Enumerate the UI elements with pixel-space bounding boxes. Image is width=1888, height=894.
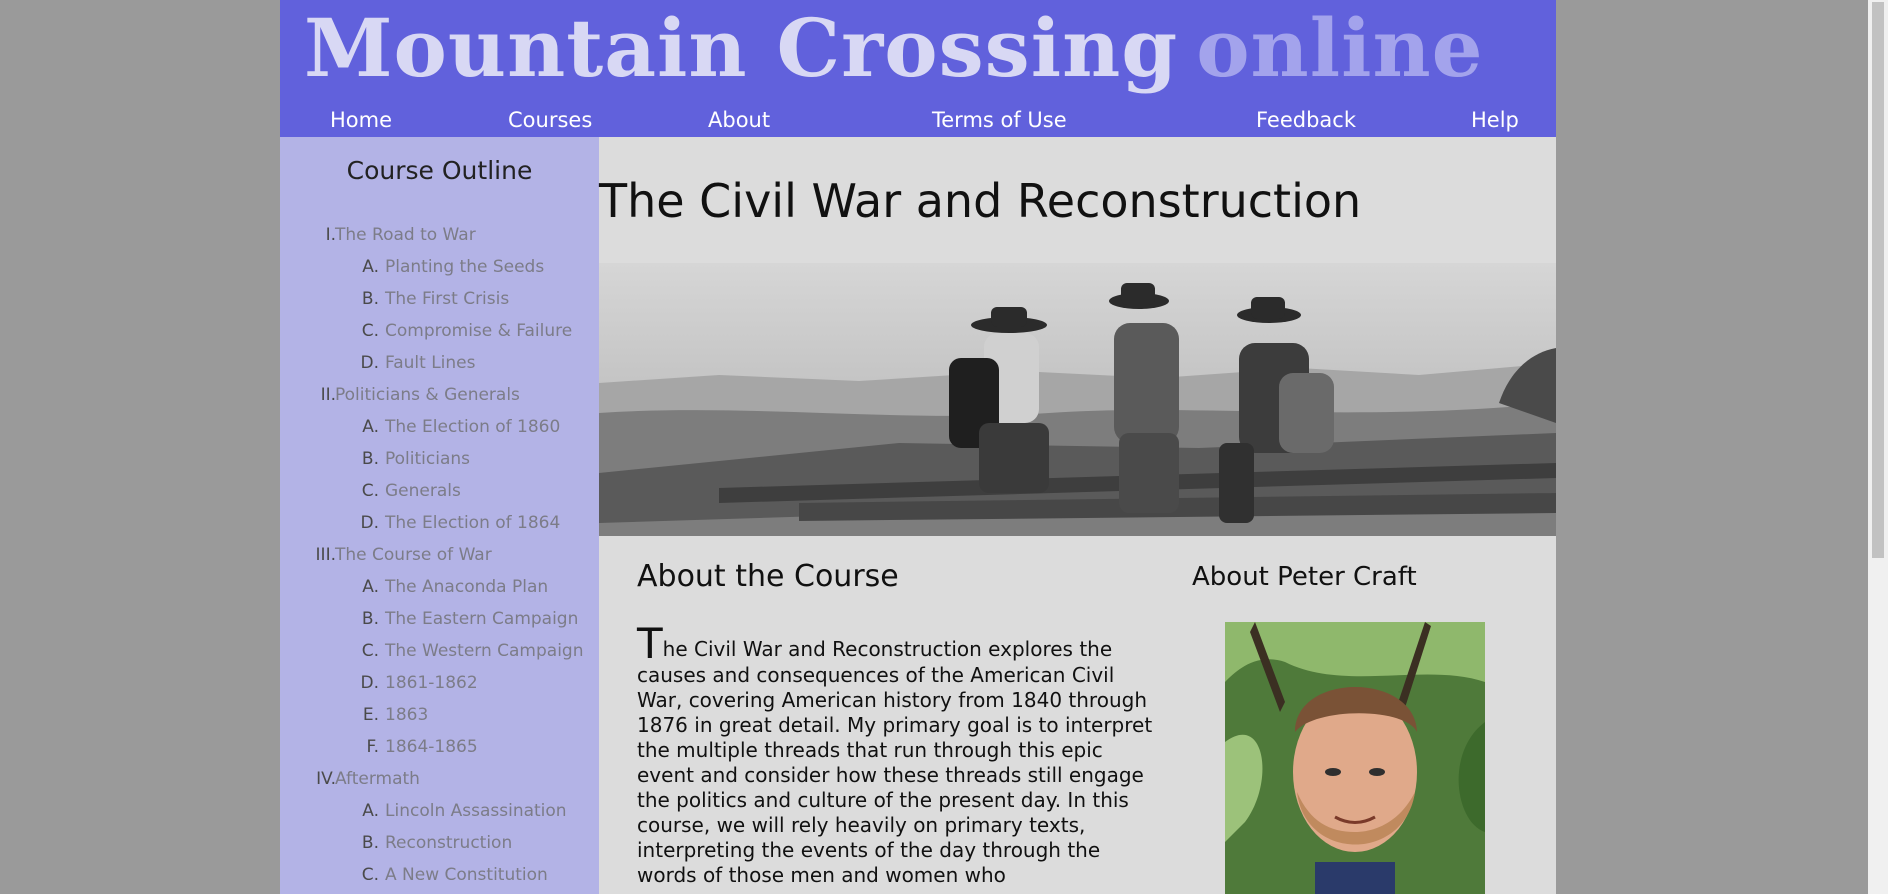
outline-item-number: D. (360, 673, 380, 693)
site-header: Mountain Crossing online Home Courses Abo… (280, 0, 1556, 137)
outline-item[interactable]: II. Politicians & Generals (280, 381, 599, 409)
outline-item[interactable]: A. The Anaconda Plan (280, 573, 599, 601)
outline-item-number: A. (362, 801, 379, 821)
outline-item-number: C. (361, 641, 379, 661)
outline-item-number: B. (361, 833, 379, 853)
course-outline-sidebar: Course Outline I. The Road to War A. Planti… (280, 137, 599, 894)
outline-item-number: II. (320, 385, 336, 405)
logo-accent-text: online (1196, 1, 1484, 95)
outline-item-link[interactable]: Compromise & Failure (385, 317, 572, 345)
outline-item-link[interactable]: Lincoln Assassination (385, 797, 567, 825)
outline-item-link[interactable]: The Course of War (335, 541, 492, 569)
outline-item[interactable]: B. Politicians (280, 445, 599, 473)
outline-item-link[interactable]: 1864-1865 (385, 733, 478, 761)
outline-item-link[interactable]: Generals (385, 477, 461, 505)
outline-item[interactable]: B. The Eastern Campaign (280, 605, 599, 633)
outline-item-link[interactable]: A New Constitution (385, 861, 548, 889)
outline-item-link[interactable]: The Western Campaign (385, 637, 584, 665)
outline-item-number: IV. (316, 769, 336, 789)
main-content: The Civil War and Reconstruction About t… (599, 137, 1556, 894)
outline-item[interactable]: A. Planting the Seeds (280, 253, 599, 281)
outline-item-link[interactable]: The Road to War (335, 221, 476, 249)
outline-item[interactable]: D. The Election of 1864 (280, 509, 599, 537)
outline-item-number: C. (361, 481, 379, 501)
logo-main-text: Mountain Crossing (304, 1, 1179, 95)
outline-item-number: A. (362, 417, 379, 437)
nav-about[interactable]: About (708, 105, 770, 135)
outline-item[interactable]: A. Lincoln Assassination (280, 797, 599, 825)
outline-item[interactable]: C. A New Constitution (280, 861, 599, 889)
nav-home[interactable]: Home (330, 105, 392, 135)
outline-item[interactable]: I. The Road to War (280, 221, 599, 249)
site-logo[interactable]: Mountain Crossing online (304, 2, 1484, 94)
main-nav: Home Courses About Terms of Use Feedback… (280, 105, 1556, 135)
nav-feedback[interactable]: Feedback (1256, 105, 1356, 135)
page-container: Mountain Crossing online Home Courses Abo… (280, 0, 1556, 894)
outline-item-link[interactable]: Politicians & Generals (335, 381, 520, 409)
scrollbar-thumb[interactable] (1872, 2, 1884, 558)
outline-item[interactable]: C. The Western Campaign (280, 637, 599, 665)
outline-item-number: D. (360, 513, 380, 533)
outline-item-link[interactable]: Fault Lines (385, 349, 476, 377)
about-instructor-heading: About Peter Craft (1192, 562, 1417, 592)
outline-item[interactable]: D. 1861-1862 (280, 669, 599, 697)
about-course-text: The Civil War and Reconstruction explore… (637, 623, 1159, 888)
outline-item-link[interactable]: Reconstruction (385, 829, 512, 857)
outline-item-link[interactable]: The Election of 1864 (385, 509, 560, 537)
outline-item-number: B. (361, 289, 379, 309)
outline-item-link[interactable]: Planting the Seeds (385, 253, 544, 281)
drop-cap: T (637, 619, 663, 668)
outline-item-link[interactable]: The Anaconda Plan (385, 573, 548, 601)
nav-help[interactable]: Help (1471, 105, 1519, 135)
nav-courses[interactable]: Courses (508, 105, 592, 135)
outline-item-link[interactable]: Aftermath (335, 765, 420, 793)
vertical-scrollbar[interactable] (1868, 0, 1888, 894)
outline-item-number: C. (361, 865, 379, 885)
outline-item-number: III. (315, 545, 336, 565)
outline-item[interactable]: III. The Course of War (280, 541, 599, 569)
outline-item[interactable]: C. Generals (280, 477, 599, 505)
outline-item-number: B. (361, 609, 379, 629)
outline-item-number: E. (362, 705, 379, 725)
outline-item[interactable]: IV. Aftermath (280, 765, 599, 793)
outline-item-number: A. (362, 577, 379, 597)
course-outline-title: Course Outline (346, 156, 533, 185)
outline-item[interactable]: B. The First Crisis (280, 285, 599, 313)
hero-photo-soldiers (599, 263, 1556, 536)
outline-item-link[interactable]: 1861-1862 (385, 669, 478, 697)
outline-item-link[interactable]: Politicians (385, 445, 470, 473)
outline-item-link[interactable]: The First Crisis (385, 285, 509, 313)
instructor-portrait-photo (1225, 622, 1485, 894)
outline-item[interactable]: C. Compromise & Failure (280, 317, 599, 345)
outline-item[interactable]: A. The Election of 1860 (280, 413, 599, 441)
outline-item-link[interactable]: 1863 (385, 701, 428, 729)
outline-item[interactable]: F. 1864-1865 (280, 733, 599, 761)
outline-item-link[interactable]: The Election of 1860 (385, 413, 560, 441)
outline-item-number: C. (361, 321, 379, 341)
outline-item[interactable]: B. Reconstruction (280, 829, 599, 857)
nav-terms-of-use[interactable]: Terms of Use (932, 105, 1067, 135)
course-title: The Civil War and Reconstruction (599, 174, 1362, 228)
outline-item-number: D. (360, 353, 380, 373)
outline-item-link[interactable]: The Eastern Campaign (385, 605, 578, 633)
outline-item-number: B. (361, 449, 379, 469)
outline-item[interactable]: E. 1863 (280, 701, 599, 729)
about-course-paragraph: he Civil War and Reconstruction explores… (637, 637, 1153, 887)
outline-item-number: I. (325, 225, 336, 245)
about-course-heading: About the Course (637, 559, 899, 594)
outline-item[interactable]: D. Fault Lines (280, 349, 599, 377)
outline-item-number: F. (366, 737, 379, 757)
outline-item-number: A. (362, 257, 379, 277)
